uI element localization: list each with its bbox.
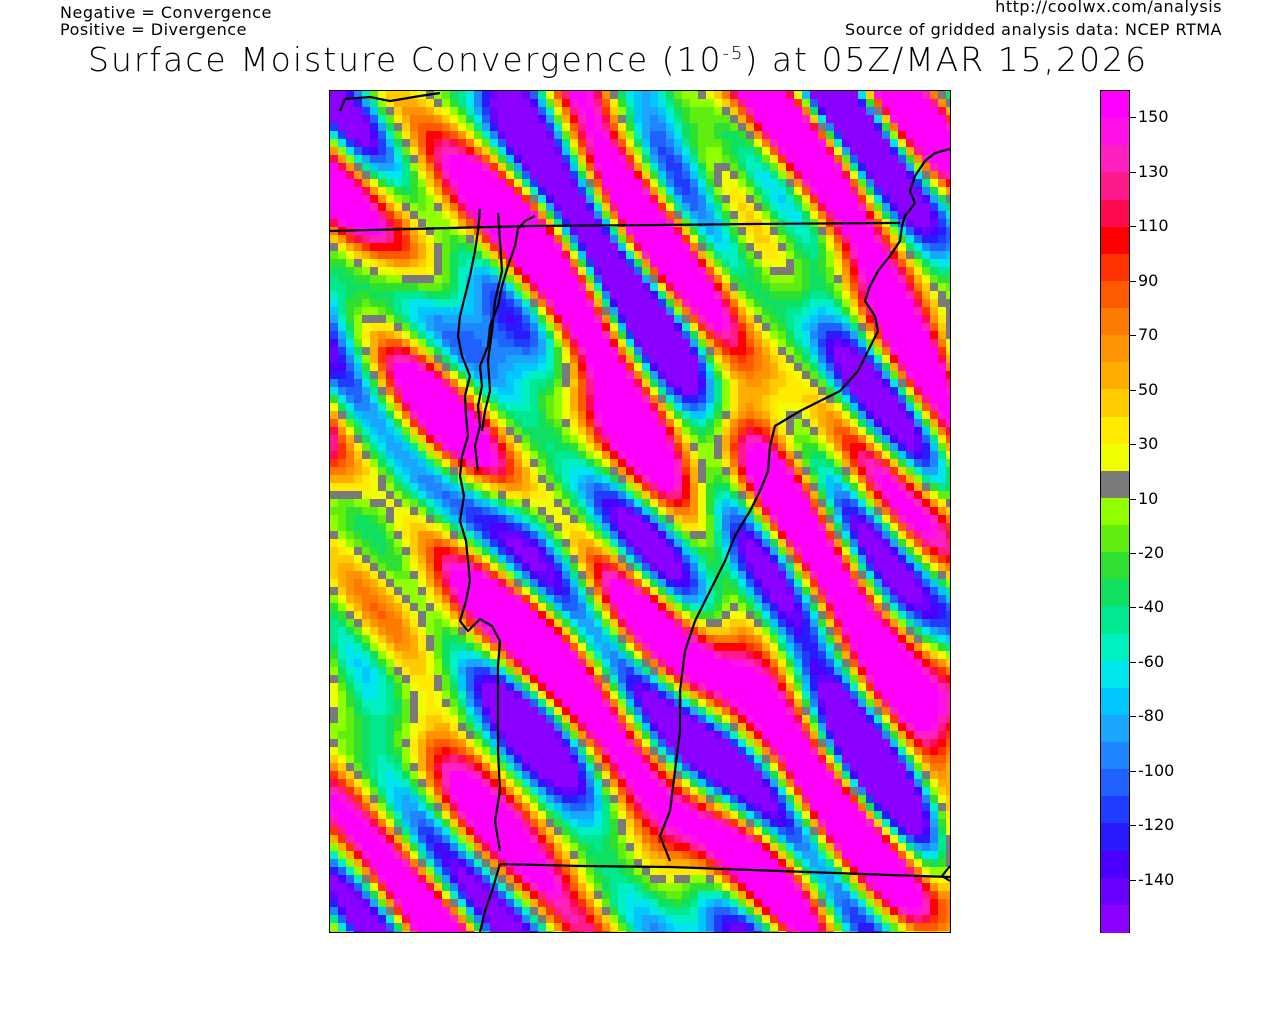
colorbar-segment xyxy=(1101,633,1129,662)
color-scale-bar xyxy=(1100,90,1130,933)
colorbar-label: -60 xyxy=(1138,652,1165,671)
colorbar-segment xyxy=(1101,687,1129,716)
colorbar-tick xyxy=(1130,117,1136,118)
colorbar-segment xyxy=(1101,443,1129,472)
colorbar-tick xyxy=(1130,499,1136,500)
colorbar-segment xyxy=(1101,525,1129,553)
colorbar-segment xyxy=(1101,362,1129,390)
colorbar-tick xyxy=(1130,172,1136,173)
colorbar-label: 110 xyxy=(1138,216,1169,235)
colorbar-segment xyxy=(1101,199,1129,228)
legend-note-negative: Negative = Convergence xyxy=(60,3,272,22)
colorbar-label: -120 xyxy=(1138,815,1175,834)
title-exponent: -5 xyxy=(722,43,745,64)
legend-note-positive: Positive = Divergence xyxy=(60,20,247,39)
colorbar-segment xyxy=(1101,497,1129,526)
colorbar-label: -40 xyxy=(1138,597,1165,616)
colorbar-tick xyxy=(1130,607,1136,608)
colorbar-segment xyxy=(1101,335,1129,363)
colorbar-segment xyxy=(1101,714,1129,743)
colorbar-label: 50 xyxy=(1138,380,1159,399)
colorbar-label: 150 xyxy=(1138,107,1169,126)
colorbar-label: 90 xyxy=(1138,271,1159,290)
colorbar-segment xyxy=(1101,850,1129,879)
colorbar-label: -20 xyxy=(1138,543,1165,562)
colorbar-label: 10 xyxy=(1138,489,1159,508)
colorbar-tick xyxy=(1130,716,1136,717)
data-source: Source of gridded analysis data: NCEP RT… xyxy=(845,20,1222,39)
colorbar-label: 30 xyxy=(1138,434,1159,453)
colorbar-segment xyxy=(1101,877,1129,906)
colorbar-label: -140 xyxy=(1138,870,1175,889)
colorbar-segment xyxy=(1101,796,1129,825)
colorbar-segment xyxy=(1101,904,1129,933)
colorbar-label: -80 xyxy=(1138,706,1165,725)
colorbar-label: 70 xyxy=(1138,325,1159,344)
colorbar-segment xyxy=(1101,552,1129,580)
colorbar-tick xyxy=(1130,880,1136,881)
colorbar-segment xyxy=(1101,172,1129,201)
colorbar-tick xyxy=(1130,553,1136,554)
title-prefix: Surface Moisture Convergence (10 xyxy=(88,40,723,79)
map-field xyxy=(330,91,950,932)
colorbar-tick xyxy=(1130,390,1136,391)
colorbar-tick xyxy=(1130,662,1136,663)
source-url: http://coolwx.com/analysis xyxy=(995,0,1222,16)
colorbar-segment xyxy=(1101,769,1129,797)
colorbar-tick xyxy=(1130,335,1136,336)
title-suffix: ) at 05Z/MAR 15,2026 xyxy=(744,40,1149,79)
colorbar-tick xyxy=(1130,226,1136,227)
colorbar-segment xyxy=(1101,606,1129,635)
colorbar-segment xyxy=(1101,308,1129,336)
colorbar-segment xyxy=(1101,416,1129,445)
colorbar-segment xyxy=(1101,742,1129,770)
colorbar-segment xyxy=(1101,145,1129,173)
colorbar-tick xyxy=(1130,281,1136,282)
colorbar-tick xyxy=(1130,771,1136,772)
colorbar-segment xyxy=(1101,280,1129,309)
colorbar-segment xyxy=(1101,823,1129,852)
colorbar-segment xyxy=(1101,226,1129,255)
colorbar-segment xyxy=(1101,660,1129,689)
colorbar-tick xyxy=(1130,825,1136,826)
colorbar-tick xyxy=(1130,444,1136,445)
colorbar-segment xyxy=(1101,389,1129,418)
colorbar-segment xyxy=(1101,253,1129,282)
convergence-map xyxy=(329,90,951,933)
colorbar-segment xyxy=(1101,579,1129,608)
colorbar-segment xyxy=(1101,91,1129,119)
colorbar-segment xyxy=(1101,470,1129,499)
map-title: Surface Moisture Convergence (10-5) at 0… xyxy=(88,40,1148,79)
colorbar-label: -100 xyxy=(1138,761,1175,780)
colorbar-segment xyxy=(1101,118,1129,146)
colorbar-label: 130 xyxy=(1138,162,1169,181)
